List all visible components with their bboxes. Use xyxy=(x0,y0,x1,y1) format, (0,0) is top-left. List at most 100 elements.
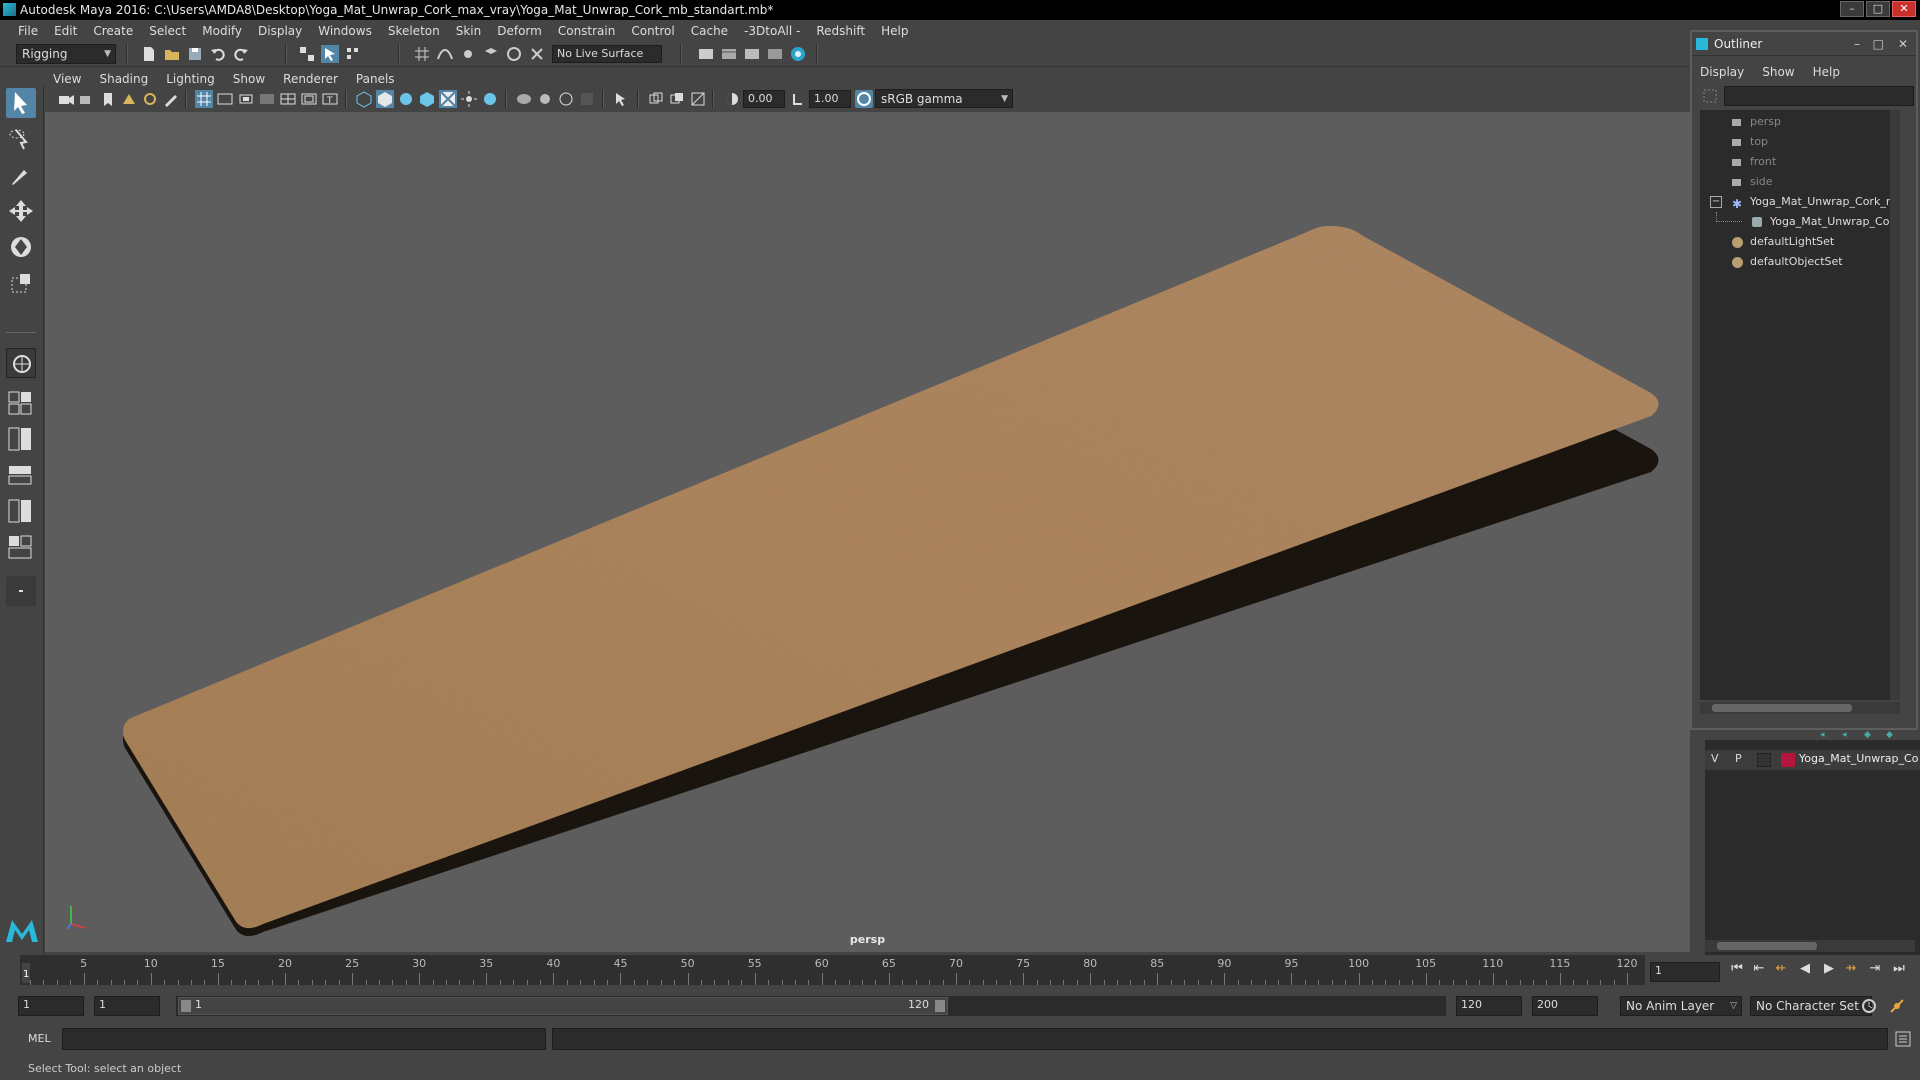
outliner-maximize-button[interactable]: □ xyxy=(1873,32,1884,56)
exposure-icon[interactable] xyxy=(723,90,741,108)
motion-blur-icon[interactable] xyxy=(536,90,554,108)
outliner-menu-help[interactable]: Help xyxy=(1813,65,1840,79)
paint-select-tool[interactable] xyxy=(6,160,36,190)
perspective-viewport[interactable]: persp xyxy=(45,112,1690,952)
layer-playback-toggle[interactable]: P xyxy=(1735,752,1742,765)
snap-point-icon[interactable] xyxy=(459,45,477,63)
exposure-field[interactable]: 0.00 xyxy=(743,90,785,108)
layer-scrollbar[interactable] xyxy=(1705,940,1915,952)
wireframe-icon[interactable] xyxy=(355,90,373,108)
current-frame-field[interactable]: 1 xyxy=(1650,962,1720,982)
panel-menu-shading[interactable]: Shading xyxy=(99,72,158,86)
render-frame-icon[interactable] xyxy=(720,45,738,63)
time-slider[interactable]: 5 10 15 20 25 30 35 40 45 50 55 60 65 70 75 80 85 90 95 100… xyxy=(20,955,1645,985)
animation-start-field[interactable]: 1 xyxy=(18,996,84,1016)
depth-of-field-icon[interactable] xyxy=(578,90,596,108)
wireframe-on-shaded-icon[interactable] xyxy=(418,90,436,108)
safe-action-icon[interactable] xyxy=(300,90,318,108)
outliner-item-group[interactable]: − ✱ Yoga_Mat_Unwrap_Cork_r xyxy=(1700,192,1900,212)
script-editor-icon[interactable] xyxy=(1894,1030,1912,1048)
redo-icon[interactable] xyxy=(232,45,250,63)
two-d-pan-zoom-icon[interactable] xyxy=(141,90,159,108)
lasso-tool[interactable] xyxy=(6,124,36,154)
anti-aliasing-icon[interactable] xyxy=(557,90,575,108)
save-scene-icon[interactable] xyxy=(186,45,204,63)
layout-outliner-persp-button[interactable] xyxy=(6,460,36,490)
panel-menu-show[interactable]: Show xyxy=(233,72,275,86)
new-layer-selected-icon[interactable]: ◆ xyxy=(1886,730,1898,740)
step-forward-key-button[interactable]: ⇥ xyxy=(1866,960,1884,978)
auto-key-icon[interactable] xyxy=(1860,997,1878,1015)
render-settings-icon[interactable] xyxy=(697,45,715,63)
use-all-lights-icon[interactable] xyxy=(460,90,478,108)
film-gate-icon[interactable] xyxy=(216,90,234,108)
snap-surface-icon[interactable] xyxy=(505,45,523,63)
outliner-minimize-button[interactable]: – xyxy=(1854,32,1860,56)
command-input[interactable] xyxy=(62,1028,546,1050)
outliner-item-front[interactable]: front xyxy=(1700,152,1900,172)
character-set-dropdown[interactable]: No Character Set xyxy=(1750,996,1872,1016)
play-backward-button[interactable]: ◀ xyxy=(1796,960,1814,978)
menu-select[interactable]: Select xyxy=(141,24,194,38)
select-tool[interactable] xyxy=(6,88,36,118)
outliner-menu-display[interactable]: Display xyxy=(1700,65,1744,79)
layer-down-icon[interactable]: ◂ xyxy=(1842,730,1854,740)
step-back-key-button[interactable]: ⇤ xyxy=(1750,960,1768,978)
field-chart-icon[interactable] xyxy=(279,90,297,108)
gamma-field[interactable]: 1.00 xyxy=(809,90,851,108)
make-live-icon[interactable] xyxy=(528,45,546,63)
step-forward-frame-button[interactable]: ⇸ xyxy=(1842,960,1860,978)
menu-3dtoall[interactable]: -3DtoAll - xyxy=(736,24,808,38)
scrollbar-thumb[interactable] xyxy=(1712,704,1852,712)
layer-color-swatch[interactable] xyxy=(1781,753,1795,767)
select-by-component-icon[interactable] xyxy=(344,45,362,63)
panel-menu-renderer[interactable]: Renderer xyxy=(283,72,348,86)
layout-four-view-button[interactable] xyxy=(6,388,36,418)
gamma-icon[interactable] xyxy=(789,90,807,108)
layout-side-by-side-button[interactable] xyxy=(6,424,36,454)
horizontal-scrollbar[interactable] xyxy=(1700,702,1900,714)
show-manipulator-tool[interactable] xyxy=(6,348,36,378)
hypershade-icon[interactable] xyxy=(789,45,807,63)
isolate-select-icon[interactable] xyxy=(612,90,630,108)
outliner-menu-show[interactable]: Show xyxy=(1762,65,1794,79)
range-slider-bar[interactable]: 1 120 xyxy=(178,997,948,1015)
bookmark-icon[interactable] xyxy=(99,90,117,108)
layer-up-icon[interactable]: ◂ xyxy=(1820,730,1832,740)
image-plane-icon[interactable] xyxy=(120,90,138,108)
menu-help[interactable]: Help xyxy=(873,24,916,38)
move-tool[interactable] xyxy=(6,196,36,226)
outliner-search-input[interactable] xyxy=(1724,86,1914,106)
xray-icon[interactable] xyxy=(647,90,665,108)
textured-icon[interactable] xyxy=(439,90,457,108)
animation-preferences-icon[interactable] xyxy=(1888,997,1906,1015)
menu-windows[interactable]: Windows xyxy=(310,24,380,38)
snap-grid-icon[interactable] xyxy=(413,45,431,63)
scale-tool[interactable] xyxy=(6,268,36,298)
go-to-start-button[interactable]: ⏮ xyxy=(1728,960,1746,978)
layout-graph-persp-button[interactable] xyxy=(6,496,36,526)
rotate-tool[interactable] xyxy=(6,232,36,262)
menu-file[interactable]: File xyxy=(10,24,46,38)
script-language-label[interactable]: MEL xyxy=(28,1032,51,1045)
default-material-icon[interactable] xyxy=(397,90,415,108)
collapse-icon[interactable]: − xyxy=(1710,196,1722,208)
new-layer-icon[interactable]: ◆ xyxy=(1864,730,1876,740)
layer-visibility-toggle[interactable]: V xyxy=(1711,752,1719,765)
outliner-item-persp[interactable]: persp xyxy=(1700,112,1900,132)
menu-constrain[interactable]: Constrain xyxy=(550,24,624,38)
range-end-handle[interactable] xyxy=(935,1000,945,1012)
anim-layer-dropdown[interactable]: No Anim Layer ▽ xyxy=(1620,996,1742,1016)
xray-components-icon[interactable] xyxy=(689,90,707,108)
menu-display[interactable]: Display xyxy=(250,24,310,38)
render-view-icon[interactable] xyxy=(766,45,784,63)
snap-curve-icon[interactable] xyxy=(436,45,454,63)
xray-joints-icon[interactable] xyxy=(668,90,686,108)
playback-end-field[interactable]: 120 xyxy=(1456,996,1522,1016)
grease-pencil-icon[interactable] xyxy=(162,90,180,108)
panel-menu-view[interactable]: View xyxy=(53,72,91,86)
select-by-hierarchy-icon[interactable] xyxy=(298,45,316,63)
menu-skeleton[interactable]: Skeleton xyxy=(380,24,448,38)
step-back-frame-button[interactable]: ⇷ xyxy=(1772,960,1790,978)
maximize-button[interactable]: □ xyxy=(1866,1,1890,17)
